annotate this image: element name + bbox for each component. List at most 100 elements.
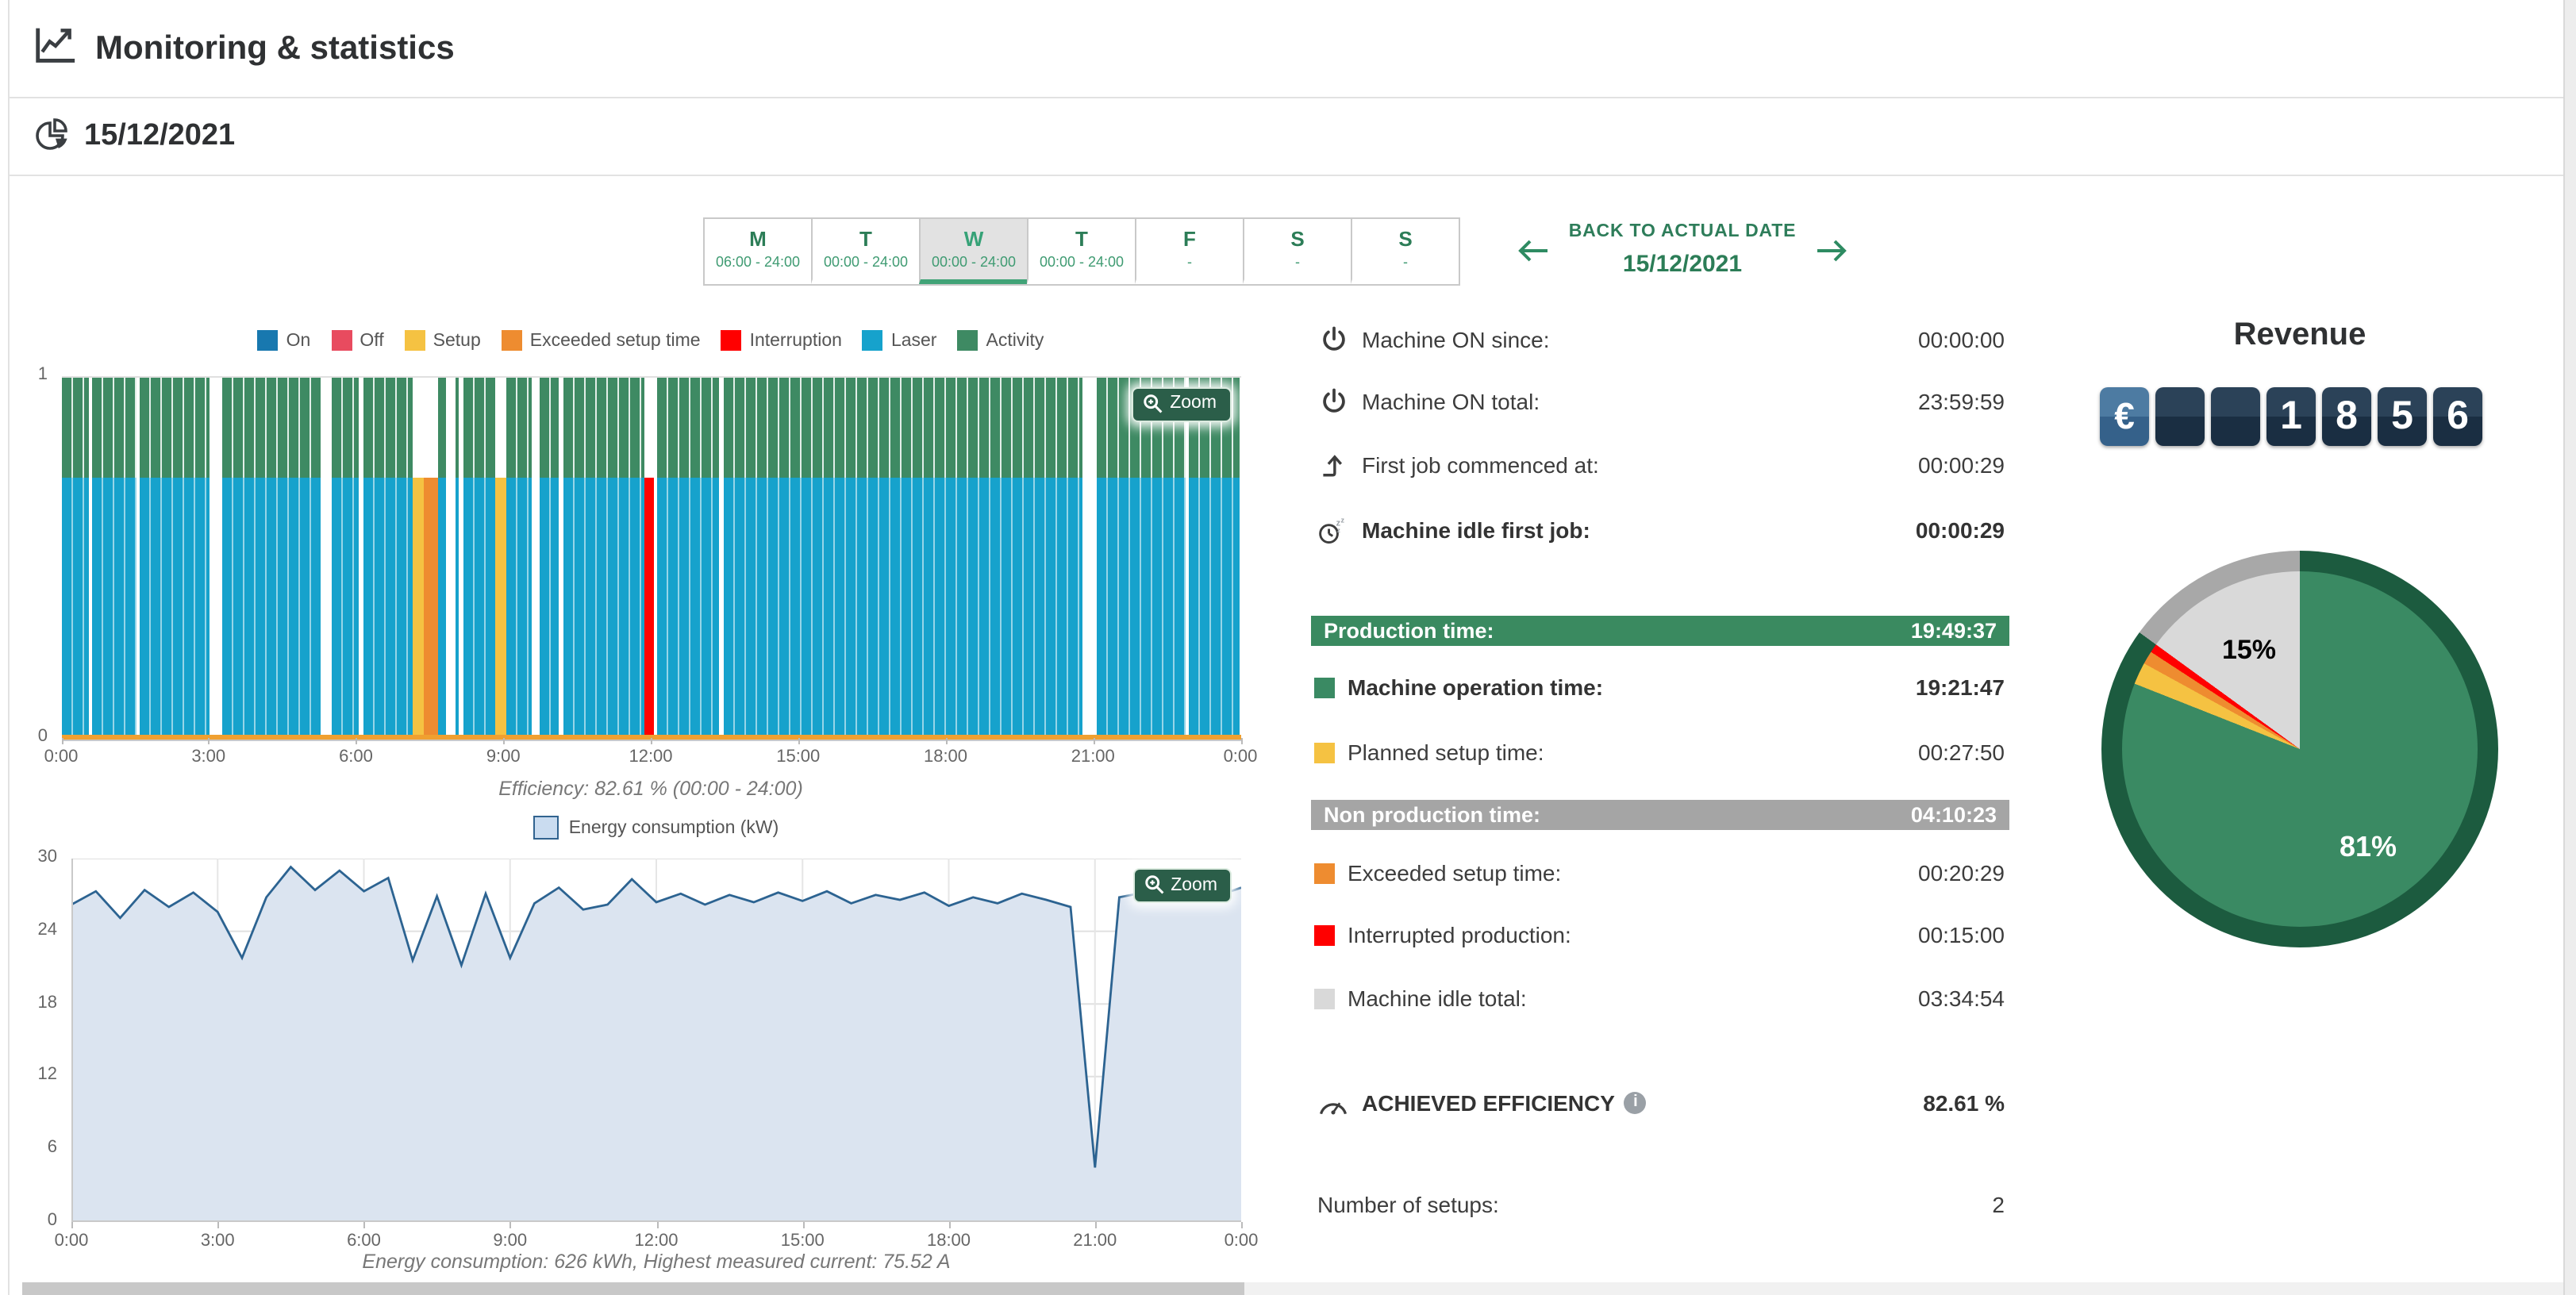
banner-value: 04:10:23: [1911, 803, 1997, 827]
stat-machine-idle-first-job: z z z Machine idle first job: 00:00:29: [1311, 514, 2009, 546]
weekday-tab-6[interactable]: S-: [1351, 219, 1459, 284]
energy-caption: Energy consumption: 626 kWh, Highest mea…: [71, 1251, 1241, 1273]
stat-label: ACHIEVED EFFICIENCY: [1362, 1090, 1615, 1116]
stat-label: Machine ON total:: [1362, 389, 1540, 414]
axis-tick: [71, 1222, 73, 1228]
axis-tick: [1095, 1222, 1097, 1228]
timeline-zoom-button[interactable]: Zoom: [1132, 386, 1231, 421]
x-tick-label: 3:00: [189, 1232, 246, 1251]
axis-tick: [798, 738, 800, 744]
x-tick-label: 6:00: [336, 1232, 393, 1251]
tab-day: F: [1136, 227, 1243, 251]
legend-item[interactable]: Setup: [405, 330, 481, 351]
power-icon: [1317, 387, 1349, 416]
time-distribution-pie: 15% 81%: [2101, 551, 2498, 947]
axis-tick: [217, 1222, 219, 1228]
legend-label: Activity: [986, 331, 1044, 350]
selected-date: 15/12/2021: [84, 119, 235, 154]
timeline-segment-production: [222, 377, 320, 739]
energy-consumption-chart: Zoom: [71, 859, 1241, 1222]
stat-interrupted-production: Interrupted production: 00:15:00: [1311, 919, 2009, 951]
operation-swatch: [1314, 677, 1335, 697]
machine-timeline-chart: Zoom: [61, 375, 1240, 740]
page-title: Monitoring & statistics: [95, 29, 455, 67]
stat-label: Machine idle first job:: [1362, 517, 1590, 543]
tab-hours: 00:00 - 24:00: [813, 254, 919, 270]
stat-label: Planned setup time:: [1348, 740, 1544, 765]
weekday-tab-1[interactable]: T00:00 - 24:00: [811, 219, 919, 284]
legend-item[interactable]: Interruption: [721, 330, 842, 351]
timeline-segment-production: [363, 377, 413, 739]
stat-value: 19:21:47: [1916, 674, 2005, 700]
timeline-segment-production: [563, 377, 644, 739]
timeline-segment-production: [61, 377, 88, 739]
weekday-tab-4[interactable]: F-: [1135, 219, 1243, 284]
stat-label: Machine ON since:: [1362, 327, 1550, 352]
axis-tick: [949, 1222, 951, 1228]
axis-tick: [946, 738, 948, 744]
horizontal-scrollbar-track[interactable]: [22, 1282, 2565, 1295]
tab-hours: -: [1352, 254, 1459, 270]
stat-value: 00:00:00: [1918, 327, 2005, 352]
stat-label: Number of setups:: [1317, 1192, 1499, 1217]
weekday-tab-3[interactable]: T 00:00 - 24:00: [1027, 219, 1135, 284]
prev-day-arrow[interactable]: [1516, 238, 1551, 263]
axis-tick: [510, 1222, 512, 1228]
revenue-digit-tile: [2155, 387, 2205, 446]
stat-value: 00:00:29: [1916, 517, 2005, 543]
weekday-tab-2[interactable]: W00:00 - 24:00: [919, 219, 1027, 284]
tab-day: T: [1028, 227, 1135, 251]
idle-clock-icon: z z z: [1317, 515, 1349, 545]
banner-label: Production time:: [1324, 619, 1494, 643]
next-day-arrow[interactable]: [1814, 238, 1849, 263]
x-tick-label: 21:00: [1064, 747, 1121, 767]
stat-machine-on-total: Machine ON total: 23:59:59: [1311, 386, 2009, 417]
stat-value: 00:20:29: [1918, 860, 2005, 886]
setup-swatch: [1314, 742, 1335, 763]
stat-label: Machine operation time:: [1348, 674, 1603, 700]
weekday-tab-5[interactable]: S-: [1243, 219, 1351, 284]
x-tick-label: 15:00: [770, 747, 827, 767]
x-tick-label: 0:00: [43, 1232, 100, 1251]
axis-tick: [802, 1222, 804, 1228]
date-header: 15/12/2021: [10, 98, 2563, 175]
first-job-arrow-icon: [1317, 451, 1349, 479]
stat-label: Exceeded setup time:: [1348, 860, 1561, 886]
legend-item[interactable]: Off: [331, 330, 383, 351]
vertical-scrollbar-track[interactable]: [2563, 0, 2576, 1295]
axis-tick: [364, 1222, 366, 1228]
legend-item[interactable]: Activity: [958, 330, 1044, 351]
legend-swatch: [405, 330, 425, 351]
legend-item[interactable]: On: [258, 330, 311, 351]
pie-label-operation: 81%: [2340, 831, 2397, 864]
pie-chart: [2122, 571, 2478, 927]
exceeded-swatch: [1314, 863, 1335, 883]
legend-swatch: [721, 330, 742, 351]
banner-value: 19:49:37: [1911, 619, 1997, 643]
legend-item[interactable]: Laser: [863, 330, 937, 351]
axis-tick: [656, 1222, 658, 1228]
timeline-segment-interruption: [644, 377, 654, 739]
legend-item[interactable]: Exceeded setup time: [502, 330, 701, 351]
legend-label: Laser: [891, 331, 937, 350]
energy-legend-swatch[interactable]: [534, 816, 559, 840]
legend-label: Exceeded setup time: [530, 331, 701, 350]
energy-zoom-button[interactable]: Zoom: [1132, 868, 1232, 903]
timeline-segment-setup: [413, 377, 424, 739]
tab-hours: 00:00 - 24:00: [1028, 254, 1135, 270]
info-icon[interactable]: i: [1624, 1092, 1647, 1114]
energy-legend: Energy consumption (kW): [71, 816, 1241, 840]
stat-number-of-setups: Number of setups: 2: [1311, 1189, 2009, 1220]
stat-value: 2: [1992, 1192, 2005, 1217]
weekday-tabs: M06:00 - 24:00 T 00:00 - 24:00W00:00 - 24:…: [703, 217, 1460, 286]
interruption-swatch: [1314, 924, 1335, 945]
horizontal-scrollbar-thumb[interactable]: [22, 1282, 1244, 1295]
tab-day: S: [1352, 227, 1459, 251]
timeline-segment-production: [506, 377, 532, 739]
efficiency-caption: Efficiency: 82.61 % (00:00 - 24:00): [60, 778, 1241, 800]
x-tick-label: 12:00: [622, 747, 679, 767]
revenue-digit-tile: 6: [2433, 387, 2482, 446]
stat-value: 00:27:50: [1918, 740, 2005, 765]
back-to-actual-date-button[interactable]: BACK TO ACTUAL DATE: [1555, 222, 1809, 241]
weekday-tab-0[interactable]: M06:00 - 24:00: [705, 219, 811, 284]
